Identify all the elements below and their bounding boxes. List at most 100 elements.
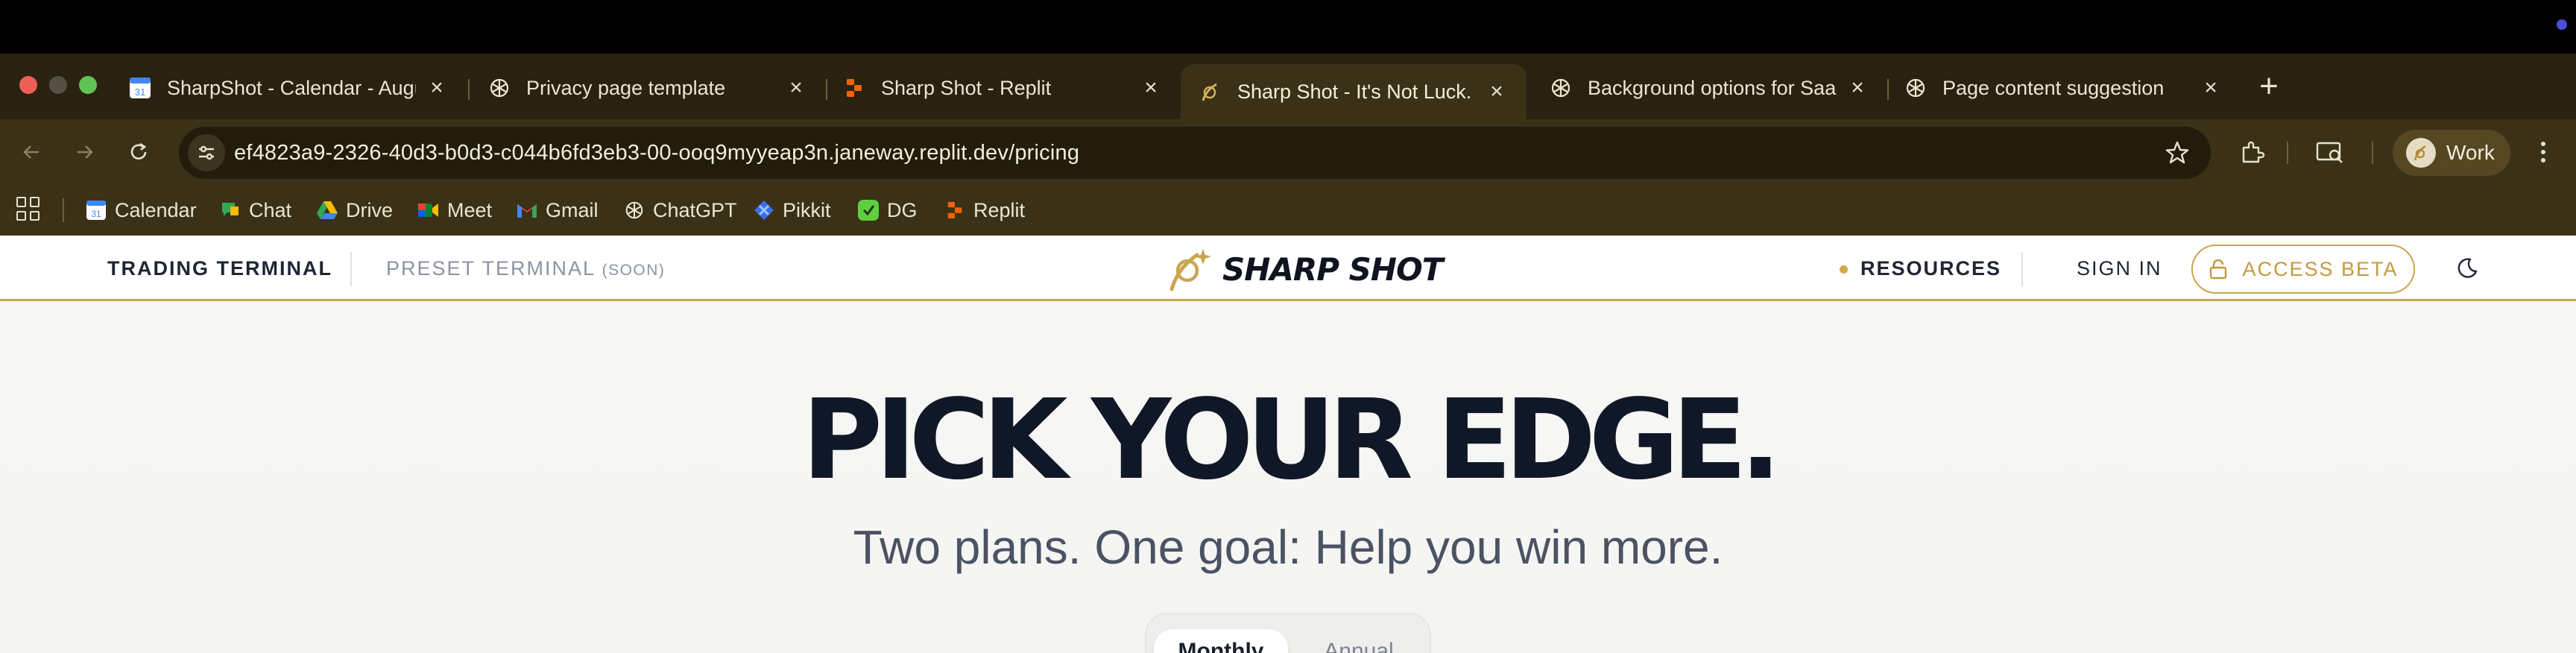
bookmarks-bar: 31 Calendar Chat Drive Meet Gmail ChatGP…: [0, 185, 2576, 236]
bookmark-label: Pikkit: [783, 198, 831, 221]
tune-icon: [199, 145, 214, 160]
close-tab-icon[interactable]: ×: [1485, 79, 1509, 104]
bookmark-meet[interactable]: Meet: [417, 194, 492, 227]
media-cast-button[interactable]: [2311, 133, 2349, 171]
access-beta-label: ACCESS BETA: [2242, 257, 2399, 280]
arrow-right-icon: [78, 145, 93, 159]
bookmark-label: Meet: [447, 198, 493, 221]
extensions-button[interactable]: [2233, 133, 2272, 171]
sign-in-link[interactable]: SIGN IN: [2077, 236, 2162, 301]
nav-preset-terminal[interactable]: PRESET TERMINAL (SOON): [386, 236, 665, 301]
nav-trading-terminal[interactable]: TRADING TERMINAL: [107, 236, 332, 301]
tab-title: Background options for SaaS: [1588, 76, 1837, 99]
nav-resources[interactable]: RESOURCES: [1860, 236, 2001, 301]
tab-title: Page content suggestion: [1942, 76, 2165, 99]
bookmark-star-button[interactable]: [2162, 137, 2193, 168]
resources-dot-icon: [1840, 265, 1848, 274]
gmail-icon: [516, 199, 538, 221]
bookmarks-divider: [63, 198, 64, 222]
cast-search-icon: [2316, 142, 2343, 163]
tab-title: Sharp Shot - It's Not Luck. It's: [1237, 80, 1476, 103]
browser-tab-active[interactable]: Sharp Shot - It's Not Luck. It's ×: [1181, 64, 1527, 119]
profile-button[interactable]: Work: [2393, 130, 2510, 176]
google-drive-icon: [316, 199, 338, 221]
bookmark-label: Gmail: [546, 198, 599, 221]
close-tab-icon[interactable]: ×: [2199, 75, 2223, 100]
close-tab-icon[interactable]: ×: [1139, 75, 1163, 100]
new-tab-button[interactable]: +: [2251, 70, 2287, 106]
nav-divider: [350, 252, 352, 286]
site-logo[interactable]: SHARP SHOT: [1167, 243, 1443, 295]
chatgpt-icon: [487, 76, 511, 100]
profile-avatar-icon: [2406, 138, 2436, 168]
reload-button[interactable]: [119, 133, 158, 171]
access-beta-button[interactable]: ACCESS BETA: [2191, 245, 2415, 294]
bookmark-chatgpt[interactable]: ChatGPT: [623, 194, 737, 227]
billing-monthly-option[interactable]: Monthly: [1154, 629, 1288, 653]
tab-title: Sharp Shot - Replit: [881, 76, 1052, 99]
browser-window: 31 SharpShot - Calendar - August × Priva…: [0, 54, 2576, 236]
page-subtitle: Two plans. One goal: Help you win more.: [853, 520, 1723, 574]
minimize-window-button[interactable]: [49, 76, 67, 94]
nav-divider: [2021, 252, 2023, 286]
browser-tab[interactable]: Page content suggestion ×: [1886, 64, 2241, 112]
tab-title: SharpShot - Calendar - August: [167, 76, 416, 99]
billing-period-toggle: Monthly Annual: [1145, 613, 1431, 653]
close-tab-icon[interactable]: ×: [784, 75, 808, 100]
puzzle-icon: [2242, 141, 2265, 163]
google-chat-icon: [219, 199, 242, 221]
bookmark-pikkit[interactable]: Pikkit: [753, 194, 831, 227]
google-calendar-icon: 31: [128, 76, 152, 100]
browser-menu-button[interactable]: [2528, 133, 2558, 171]
toolbar-divider: [2372, 142, 2373, 164]
browser-tab[interactable]: Background options for SaaS ×: [1531, 64, 1887, 112]
url-text: ef4823a9-2326-40d3-b0d3-c044b6fd3eb3-00-…: [234, 141, 1080, 165]
logo-wordmark: SHARP SHOT: [1222, 250, 1443, 288]
sharpshot-logo-icon: [1169, 249, 1211, 291]
replit-icon: [944, 199, 966, 221]
bookmark-label: ChatGPT: [653, 198, 737, 221]
status-indicator-dot: [2557, 19, 2567, 30]
star-icon: [2165, 141, 2189, 164]
close-tab-icon[interactable]: ×: [1846, 75, 1869, 100]
pikkit-icon: [753, 199, 775, 221]
os-menu-bar: [0, 0, 2576, 54]
reload-icon: [130, 142, 147, 160]
bookmark-gmail[interactable]: Gmail: [516, 194, 599, 227]
back-button[interactable]: [12, 133, 51, 171]
google-meet-icon: [417, 199, 440, 221]
billing-annual-option[interactable]: Annual: [1295, 629, 1422, 653]
site-info-button[interactable]: [188, 134, 225, 171]
bookmark-replit[interactable]: Replit: [944, 194, 1025, 227]
browser-toolbar: ef4823a9-2326-40d3-b0d3-c044b6fd3eb3-00-…: [0, 119, 2576, 185]
svg-text:31: 31: [135, 86, 145, 98]
nav-preset-label: PRESET TERMINAL: [386, 257, 596, 280]
chatgpt-icon: [623, 199, 645, 221]
dg-icon: [857, 199, 880, 221]
bookmark-calendar[interactable]: 31 Calendar: [85, 194, 197, 227]
browser-tab[interactable]: Privacy page template ×: [470, 64, 826, 112]
bookmark-label: Replit: [973, 198, 1026, 221]
google-calendar-icon: 31: [85, 199, 107, 221]
bookmark-dg[interactable]: DG: [857, 194, 918, 227]
close-window-button[interactable]: [19, 76, 37, 94]
moon-icon: [2457, 258, 2478, 278]
chatgpt-icon: [1549, 76, 1573, 100]
address-bar[interactable]: ef4823a9-2326-40d3-b0d3-c044b6fd3eb3-00-…: [179, 127, 2211, 179]
browser-tab[interactable]: Sharp Shot - Replit ×: [824, 64, 1181, 112]
soon-badge: (SOON): [602, 262, 666, 279]
profile-label: Work: [2446, 141, 2495, 164]
bookmark-label: Drive: [346, 198, 394, 221]
apps-grid-icon[interactable]: [16, 197, 40, 221]
theme-toggle-button[interactable]: [2452, 253, 2482, 283]
close-tab-icon[interactable]: ×: [425, 75, 449, 100]
browser-tab[interactable]: 31 SharpShot - Calendar - August ×: [110, 64, 467, 112]
toolbar-divider: [2287, 142, 2288, 164]
chatgpt-icon: [1904, 76, 1928, 100]
bookmark-drive[interactable]: Drive: [316, 194, 393, 227]
bookmark-chat[interactable]: Chat: [219, 194, 291, 227]
dot-icon: [2541, 150, 2545, 154]
maximize-window-button[interactable]: [79, 76, 97, 94]
page-content: TRADING TERMINAL PRESET TERMINAL (SOON) …: [0, 236, 2576, 653]
forward-button[interactable]: [66, 133, 104, 171]
